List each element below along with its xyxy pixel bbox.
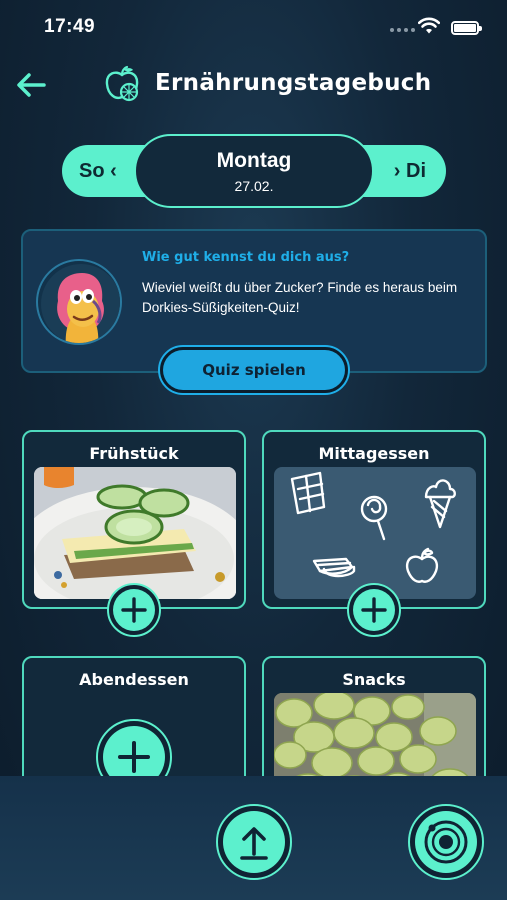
current-day-display: Montag 27.02. xyxy=(134,134,374,208)
wifi-icon xyxy=(418,17,440,34)
profile-planet-button[interactable] xyxy=(408,804,484,880)
meal-title: Frühstück xyxy=(89,444,179,463)
meal-title: Mittagessen xyxy=(318,444,430,463)
status-bar: 17:49 xyxy=(0,0,507,56)
current-day-name: Montag xyxy=(216,149,292,172)
planet-orbit-icon xyxy=(424,820,468,864)
upload-icon xyxy=(240,827,268,860)
back-arrow-icon[interactable] xyxy=(14,68,48,102)
breakfast-photo xyxy=(34,467,236,599)
lollipop-icon xyxy=(360,495,388,541)
status-time: 17:49 xyxy=(44,16,96,37)
quiz-play-button-label: Quiz spielen xyxy=(163,350,345,390)
current-day-date: 27.02. xyxy=(234,178,274,194)
add-breakfast-button[interactable] xyxy=(107,583,161,637)
day-navigation: So ‹ › Di Montag 27.02. xyxy=(62,134,446,208)
plus-icon xyxy=(361,597,387,623)
quiz-heading: Wie gut kennst du dich aus? xyxy=(142,250,350,265)
chocolate-bar-icon xyxy=(290,471,326,515)
sweets-placeholder-image xyxy=(274,467,476,599)
apple-icon xyxy=(405,547,439,583)
signal-dots-icon xyxy=(390,28,415,32)
ice-cream-icon xyxy=(424,479,456,529)
battery-icon xyxy=(451,21,482,35)
sandwich-icon xyxy=(312,557,356,578)
fruit-logo-icon xyxy=(105,65,139,102)
add-lunch-button[interactable] xyxy=(347,583,401,637)
quiz-play-button[interactable]: Quiz spielen xyxy=(158,345,350,395)
meal-title: Snacks xyxy=(342,670,406,689)
meal-title: Abendessen xyxy=(79,670,189,689)
page-title: Ernährungstagebuch xyxy=(155,70,432,96)
quiz-description: Wieviel weißt du über Zucker? Finde es h… xyxy=(142,280,458,315)
dorkies-mascot-avatar xyxy=(36,259,122,345)
upload-button[interactable] xyxy=(216,804,292,880)
plus-icon xyxy=(121,597,147,623)
